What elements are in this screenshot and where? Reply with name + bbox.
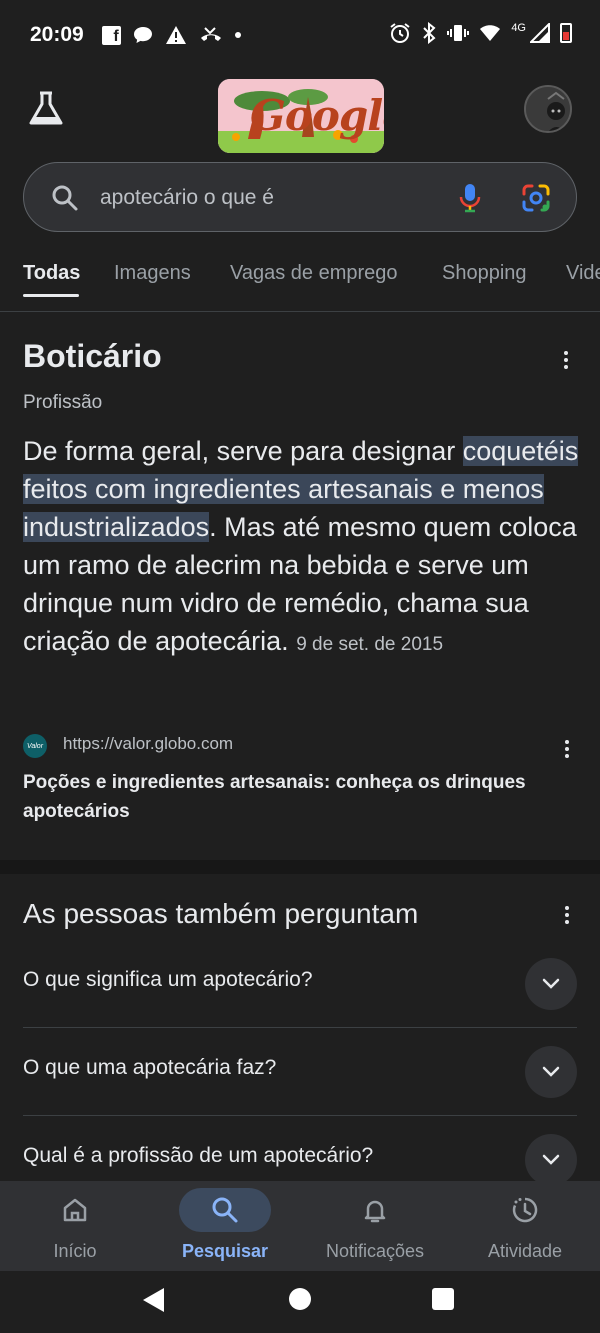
nav-label: Notificações	[325, 1241, 425, 1261]
warning-icon	[165, 26, 186, 44]
recent-apps-icon[interactable]	[432, 1288, 454, 1310]
snippet-subtitle: Profissão	[23, 392, 103, 413]
paa-more-options-icon[interactable]	[555, 903, 579, 927]
bluetooth-icon	[423, 22, 436, 44]
snippet-title: Boticário	[23, 338, 162, 374]
chevron-down-icon[interactable]	[525, 1134, 577, 1186]
signal-icon	[530, 23, 550, 43]
featured-snippet: Boticário Profissão De forma geral, serv…	[0, 312, 600, 860]
paa-question[interactable]: O que significa um apotecário?	[23, 940, 577, 1028]
source-more-options-icon[interactable]	[555, 737, 579, 761]
source-favicon: Valor	[23, 734, 47, 758]
tab-imagens[interactable]: Imagens	[114, 262, 191, 285]
tab-vagas-de-emprego[interactable]: Vagas de emprego	[230, 262, 398, 285]
facebook-icon: f	[101, 25, 121, 45]
battery-icon	[560, 23, 572, 43]
tab-shopping[interactable]: Shopping	[442, 262, 527, 285]
nav-label: Pesquisar	[181, 1241, 269, 1261]
vibrate-icon	[447, 25, 470, 41]
paa-question-text: O que uma apotecária faz?	[23, 1056, 277, 1079]
alarm-icon	[390, 23, 410, 43]
paa-question[interactable]: O que uma apotecária faz?	[23, 1028, 577, 1116]
status-bar: 20:09 f 4G	[0, 0, 600, 70]
nav-label: Início	[53, 1241, 97, 1261]
wifi-icon	[480, 25, 501, 41]
nav-pesquisar[interactable]: Pesquisar	[150, 1181, 300, 1271]
avatar-image-icon	[526, 87, 570, 131]
system-icons: 4G	[389, 22, 572, 44]
chat-bubble-icon	[133, 27, 152, 43]
nav-inicio[interactable]: Início	[0, 1181, 150, 1271]
section-divider	[0, 860, 600, 874]
snippet-more-options-icon[interactable]	[554, 348, 578, 372]
snippet-text-before: De forma geral, serve para designar	[23, 436, 463, 466]
search-tabs: Todas Imagens Vagas de emprego Shopping …	[0, 260, 600, 312]
search-icon	[212, 1197, 238, 1223]
source-url[interactable]: https://valor.globo.com	[63, 734, 233, 754]
snippet-date: 9 de set. de 2015	[296, 634, 444, 655]
nav-notificacoes[interactable]: Notificações	[300, 1181, 450, 1271]
notification-icons: f	[101, 25, 241, 45]
page: 20:09 f 4G Googl apotecário o que é Toda…	[0, 0, 600, 1333]
search-input[interactable]: apotecário o que é	[100, 186, 274, 210]
paa-title: As pessoas também perguntam	[23, 898, 419, 929]
paa-question-text: O que significa um apotecário?	[23, 968, 313, 991]
microphone-icon[interactable]	[452, 180, 488, 216]
google-lens-icon[interactable]	[518, 180, 554, 216]
account-avatar[interactable]	[524, 85, 572, 133]
home-icon	[63, 1198, 87, 1222]
bottom-navigation: Início Pesquisar Notificações Atividade	[0, 1181, 600, 1271]
tab-videos[interactable]: Vide	[566, 262, 600, 285]
home-button-icon[interactable]	[289, 1288, 311, 1310]
paa-question-text: Qual é a profissão de um apotecário?	[23, 1144, 374, 1167]
search-bar[interactable]: apotecário o que é	[23, 162, 577, 232]
tab-todas[interactable]: Todas	[23, 262, 80, 285]
chevron-down-icon[interactable]	[525, 958, 577, 1010]
activity-icon	[512, 1197, 538, 1223]
labs-flask-icon[interactable]	[26, 89, 66, 129]
nav-atividade[interactable]: Atividade	[450, 1181, 600, 1271]
doodle-text: Google	[250, 91, 384, 140]
active-tab-indicator	[23, 294, 79, 297]
chevron-down-icon[interactable]	[525, 1046, 577, 1098]
more-notifications-dot	[234, 32, 241, 38]
status-time: 20:09	[30, 23, 84, 46]
bell-icon	[364, 1200, 386, 1223]
snippet-body: De forma geral, serve para designar coqu…	[23, 432, 583, 664]
missed-call-icon	[200, 27, 221, 41]
people-also-ask: As pessoas também perguntam O que signif…	[0, 874, 600, 1194]
header: Google	[0, 75, 600, 153]
back-icon[interactable]	[143, 1288, 164, 1312]
search-icon	[52, 185, 78, 211]
google-doodle[interactable]: Google	[218, 79, 384, 153]
system-navigation-bar	[0, 1271, 600, 1333]
network-type: 4G	[511, 22, 526, 34]
source-title-link[interactable]: Poções e ingredientes artesanais: conheç…	[23, 768, 563, 826]
nav-label: Atividade	[487, 1241, 563, 1261]
